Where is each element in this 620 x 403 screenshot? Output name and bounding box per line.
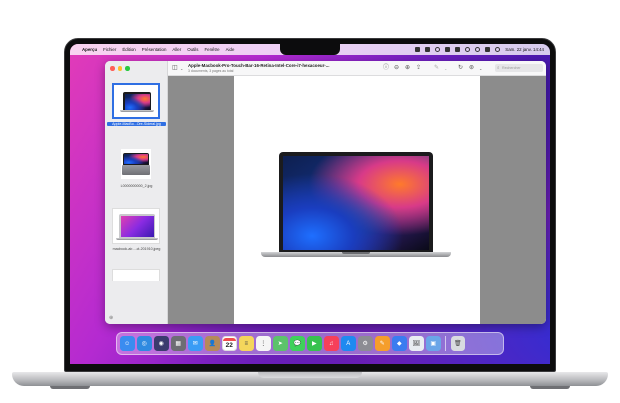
- sidebar-toggle-icon[interactable]: ◫: [172, 65, 178, 71]
- status-timemachine-icon[interactable]: [435, 47, 441, 52]
- preview-window: Apple-MacBo...Ore-Sideral.jpg L000000000…: [105, 61, 546, 324]
- photos-preview-icon[interactable]: ▣: [426, 336, 441, 351]
- zoom-window-button[interactable]: [125, 66, 130, 71]
- thumbnail-laptop-screen: [120, 215, 154, 237]
- laptop-scene: Aperçu Fichier Édition Présentation Alle…: [0, 0, 620, 403]
- pages-icon[interactable]: ✎: [375, 336, 390, 351]
- status-area: Sam. 22 janv. 14:44: [415, 47, 544, 52]
- thumbnail-laptop-base: [116, 238, 158, 240]
- sidebar-add-icon[interactable]: ⊕: [109, 315, 113, 321]
- image-laptop-screen: [283, 156, 429, 250]
- menu-presentation[interactable]: Présentation: [142, 47, 167, 52]
- thumbnail-2[interactable]: [112, 145, 160, 181]
- minimize-window-button[interactable]: [117, 66, 122, 71]
- search-placeholder: Rechercher: [502, 66, 521, 70]
- music-icon[interactable]: ♫: [324, 336, 339, 351]
- status-spotlight-icon[interactable]: [475, 47, 481, 52]
- document-title: Apple-Macbook-Pro-Touch-Bar-16-Retina-In…: [188, 63, 330, 68]
- camera-notch: [280, 44, 340, 55]
- trash-icon[interactable]: 🗑: [450, 336, 465, 351]
- menu-clock[interactable]: Sam. 22 janv. 14:44: [505, 47, 544, 52]
- thumbnail-sidebar: Apple-MacBo...Ore-Sideral.jpg L000000000…: [105, 61, 168, 324]
- thumbnail-3[interactable]: [112, 208, 160, 244]
- mail-icon[interactable]: ✉: [188, 336, 203, 351]
- markup-pen-icon[interactable]: ✎: [434, 65, 439, 71]
- app-store-icon[interactable]: A: [341, 336, 356, 351]
- status-bluetooth-icon[interactable]: [445, 47, 451, 52]
- thumbnail-4-partial[interactable]: [112, 269, 160, 281]
- thumbnail-laptop-screen: [124, 93, 150, 110]
- thumbnail-laptop-keyboard: [122, 165, 150, 175]
- desktop: Aperçu Fichier Édition Présentation Alle…: [70, 44, 550, 364]
- markup-toolbar-icon[interactable]: ⊛: [469, 65, 474, 71]
- document-canvas: [168, 76, 546, 324]
- document-page[interactable]: [234, 76, 480, 324]
- chevron-down-icon[interactable]: ⌄: [180, 66, 183, 72]
- reminders-icon[interactable]: ⋮: [256, 336, 271, 351]
- thumbnail-laptop-base: [120, 110, 154, 112]
- keynote-icon[interactable]: ◆: [392, 336, 407, 351]
- search-icon: ⌕: [497, 65, 500, 70]
- status-wifi-icon[interactable]: [465, 47, 471, 52]
- status-app-icon[interactable]: [415, 47, 421, 52]
- status-control-center-icon[interactable]: [485, 47, 491, 52]
- facetime-icon[interactable]: ▶: [307, 336, 322, 351]
- zoom-in-icon[interactable]: ⊕: [405, 65, 410, 71]
- laptop-foot-right: [530, 386, 570, 389]
- menu-aller[interactable]: Aller: [172, 47, 181, 52]
- window-controls: [110, 66, 130, 71]
- status-siri-icon[interactable]: [495, 47, 501, 52]
- status-battery-icon[interactable]: [455, 47, 461, 52]
- thumbnail-1[interactable]: [112, 83, 160, 119]
- share-icon[interactable]: ⇪: [416, 65, 421, 71]
- dock-separator: [445, 336, 446, 351]
- launchpad-icon[interactable]: ▦: [171, 336, 186, 351]
- maps-icon[interactable]: ➤: [273, 336, 288, 351]
- document-subtitle: 3 documents, 3 pages au total: [188, 69, 234, 73]
- notes-icon[interactable]: ≡: [239, 336, 254, 351]
- toolbar: ◫ ⌄ Apple-Macbook-Pro-Touch-Bar-16-Retin…: [168, 61, 546, 76]
- menu-app-name[interactable]: Aperçu: [82, 47, 97, 52]
- contacts-icon[interactable]: 👤: [205, 336, 220, 351]
- search-field[interactable]: ⌕ Rechercher: [495, 64, 543, 72]
- messages-icon[interactable]: 💬: [290, 336, 305, 351]
- menu-fenetre[interactable]: Fenêtre: [204, 47, 219, 52]
- safari-icon[interactable]: ◎: [137, 336, 152, 351]
- calendar-icon[interactable]: 22: [222, 336, 237, 351]
- finder-icon[interactable]: ☺: [120, 336, 135, 351]
- thumbnail-1-label[interactable]: Apple-MacBo...Ore-Sideral.jpg: [107, 122, 166, 126]
- laptop-foot-left: [50, 386, 90, 389]
- siri-icon[interactable]: ◉: [154, 336, 169, 351]
- markup-chevron-icon[interactable]: ⌄: [444, 66, 447, 72]
- thumbnail-3-label[interactable]: macbook-air-...ct-201910.jpeg: [107, 247, 166, 251]
- preview-icon[interactable]: 🖼: [409, 336, 424, 351]
- status-dropbox-icon[interactable]: [425, 47, 431, 52]
- markup-toolbar-chevron-icon[interactable]: ⌄: [479, 66, 482, 72]
- rotate-icon[interactable]: ↻: [458, 65, 463, 71]
- menu-fichier[interactable]: Fichier: [103, 47, 116, 52]
- laptop-opening-notch: [258, 372, 362, 378]
- menu-aide[interactable]: Aide: [226, 47, 235, 52]
- system-preferences-icon[interactable]: ⚙: [358, 336, 373, 351]
- dock: ☺ ◎ ◉ ▦ ✉ 👤 22 ≡ ⋮ ➤ 💬 ▶ ♫ A ⚙ ✎ ◆ 🖼 ▣ 🗑: [116, 332, 504, 355]
- info-icon[interactable]: ⓘ: [383, 65, 389, 71]
- thumbnail-laptop-screen: [124, 154, 148, 164]
- calendar-date: 22: [225, 341, 233, 349]
- zoom-out-icon[interactable]: ⊖: [394, 65, 399, 71]
- close-window-button[interactable]: [110, 66, 115, 71]
- menu-edition[interactable]: Édition: [122, 47, 135, 52]
- thumbnail-2-label[interactable]: L0000000000_2.jpg: [107, 184, 166, 188]
- image-laptop-notch: [342, 252, 370, 254]
- menu-outils[interactable]: Outils: [187, 47, 198, 52]
